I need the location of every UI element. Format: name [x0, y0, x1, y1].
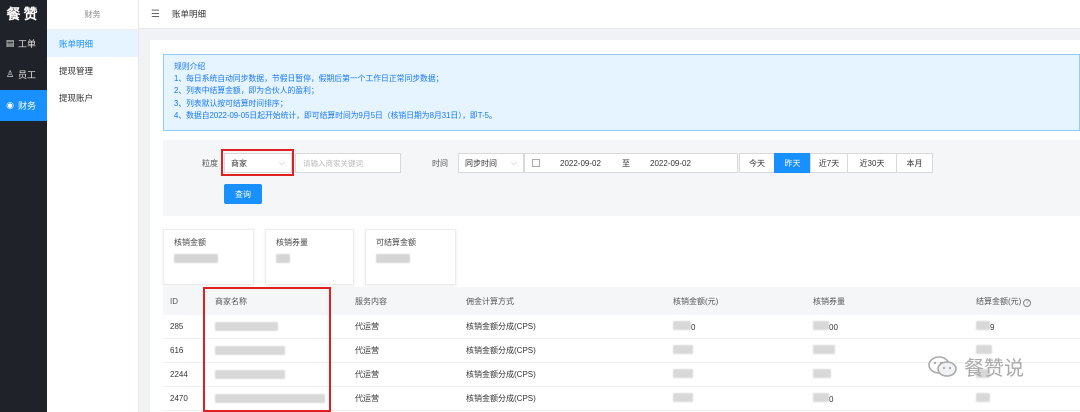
time-label: 时间 — [432, 159, 448, 168]
stat-card-redeemed-count: 核销券量 — [265, 229, 354, 285]
top-bar: ☰ 账单明细 — [139, 0, 1080, 29]
stat-label: 核销金额 — [174, 238, 206, 247]
submenu-item-bill-detail[interactable]: 账单明细 — [47, 30, 138, 57]
date-range-picker[interactable]: 2022-09-02 至 2022-09-02 — [524, 153, 738, 173]
cell-id: 2244 — [170, 370, 188, 379]
cell-redeemed-count: 0 — [813, 393, 833, 404]
breadcrumb: 账单明细 — [171, 9, 206, 19]
col-header-id: ID — [170, 296, 178, 306]
col-header-redeemed-amount: 核销金额(元) — [673, 296, 719, 306]
merchant-keyword-input[interactable]: 请输入商家关键词 — [295, 153, 401, 173]
stat-label: 核销券量 — [276, 238, 308, 247]
cell-id: 616 — [170, 346, 184, 355]
range-yesterday-button[interactable]: 昨天 — [774, 153, 811, 173]
rules-notice: 规则介绍 1、每日系统自动同步数据，节假日暂停，假期后第一个工作日正常同步数据；… — [163, 54, 1080, 131]
col-header-commission: 佣金计算方式 — [466, 296, 514, 306]
cell-settle-amount — [976, 393, 990, 404]
cell-redeemed-amount — [673, 345, 693, 356]
notice-line: 2、列表中结算金额，即为合伙人的盈利； — [174, 86, 319, 96]
nav-item-label: 员工 — [18, 70, 37, 80]
range-today-button[interactable]: 今天 — [739, 153, 775, 173]
stat-label: 可结算金额 — [376, 238, 416, 247]
cell-redeemed-amount — [673, 369, 693, 380]
submenu-title: 财务 — [47, 0, 138, 30]
bill-table: ID 商家名称 服务内容 佣金计算方式 核销金额(元) 核销券量 结算金额(元)… — [163, 287, 1080, 412]
finance-submenu: 财务 账单明细 提现管理 提现账户 — [47, 0, 139, 412]
cell-commission: 核销金额分成(CPS) — [466, 394, 536, 403]
col-header-redeemed-count: 核销券量 — [813, 296, 845, 306]
nav-item-tickets[interactable]: ▤ 工单 — [0, 28, 47, 59]
range-7days-button[interactable]: 近7天 — [810, 153, 848, 173]
cell-redeemed-count — [813, 369, 831, 380]
nav-item-label: 工单 — [18, 39, 37, 49]
app-logo: 餐赞 — [6, 7, 41, 23]
nav-item-staff[interactable]: ♙ 员工 — [0, 59, 47, 90]
annotation-highlight — [221, 149, 294, 176]
time-type-value: 同步时间 — [465, 158, 497, 168]
query-button[interactable]: 查询 — [224, 184, 262, 204]
submenu-item-withdrawal-account[interactable]: 提现账户 — [47, 84, 138, 111]
cell-id: 285 — [170, 322, 184, 331]
stat-value-redacted — [174, 254, 218, 263]
notice-line: 3、列表默认按可结算时间排序； — [174, 98, 288, 108]
notice-line: 4、数据自2022-09-05日起开始统计，即可结算时间为9月5日（核销日期为8… — [174, 110, 497, 120]
finance-icon: ◉ — [6, 100, 14, 110]
date-end: 2022-09-02 — [650, 158, 691, 168]
range-month-button[interactable]: 本月 — [896, 153, 933, 173]
calendar-icon — [532, 159, 540, 167]
cell-commission: 核销金额分成(CPS) — [466, 370, 536, 379]
stat-card-redeemed-amount: 核销金额 — [163, 229, 254, 285]
notice-title: 规则介绍 — [174, 62, 206, 71]
wechat-icon — [928, 355, 958, 378]
chevron-down-icon: ⌵ — [510, 158, 517, 167]
granularity-label: 粒度 — [202, 159, 218, 168]
cell-service: 代运营 — [355, 394, 379, 403]
submenu-item-withdrawal-management[interactable]: 提现管理 — [47, 57, 138, 84]
cell-service: 代运营 — [355, 346, 379, 355]
cell-redeemed-amount: 0 — [673, 321, 695, 332]
person-icon: ♙ — [5, 69, 15, 79]
annotation-highlight — [203, 287, 331, 412]
col-header-service: 服务内容 — [355, 296, 387, 306]
col-header-settle-amount: 结算金额(元)? — [976, 296, 1032, 307]
cell-service: 代运营 — [355, 322, 379, 331]
nav-item-label: 财务 — [18, 101, 37, 111]
watermark-text: 餐赞说 — [964, 356, 1024, 380]
cell-redeemed-count: 00 — [813, 321, 838, 332]
ticket-icon: ▤ — [5, 38, 15, 48]
time-type-select[interactable]: 同步时间 ⌵ — [458, 153, 524, 173]
date-start: 2022-09-02 — [560, 158, 601, 168]
date-separator: 至 — [622, 158, 630, 168]
stat-value-redacted — [376, 254, 410, 263]
main-nav-rail: 餐赞 ▤ 工单 ♙ 员工 ◉ 财务 — [0, 0, 47, 412]
notice-line: 1、每日系统自动同步数据，节假日暂停，假期后第一个工作日正常同步数据； — [174, 74, 444, 84]
nav-item-finance[interactable]: ◉ 财务 — [0, 90, 47, 121]
cell-redeemed-count — [813, 345, 835, 356]
cell-commission: 核销金额分成(CPS) — [466, 322, 536, 331]
app-root: 餐赞 ▤ 工单 ♙ 员工 ◉ 财务 财务 账单明细 提现管理 提现账户 ☰ 账单… — [0, 0, 1080, 412]
filter-panel: 粒度 商家 ⌵ 请输入商家关键词 时间 同步时间 ⌵ 2022-09-02 至 … — [163, 140, 1080, 216]
stat-value-redacted — [276, 254, 290, 263]
cell-redeemed-amount — [673, 393, 693, 404]
cell-service: 代运营 — [355, 370, 379, 379]
help-icon[interactable]: ? — [1023, 298, 1032, 307]
menu-fold-icon[interactable]: ☰ — [151, 9, 160, 20]
cell-id: 2470 — [170, 394, 188, 403]
range-30days-button[interactable]: 近30天 — [847, 153, 897, 173]
cell-commission: 核销金额分成(CPS) — [466, 346, 536, 355]
watermark: 餐赞说 — [928, 352, 1024, 381]
stat-card-settleable-amount: 可结算金额 — [365, 229, 456, 285]
cell-settle-amount: 9 — [976, 321, 994, 332]
